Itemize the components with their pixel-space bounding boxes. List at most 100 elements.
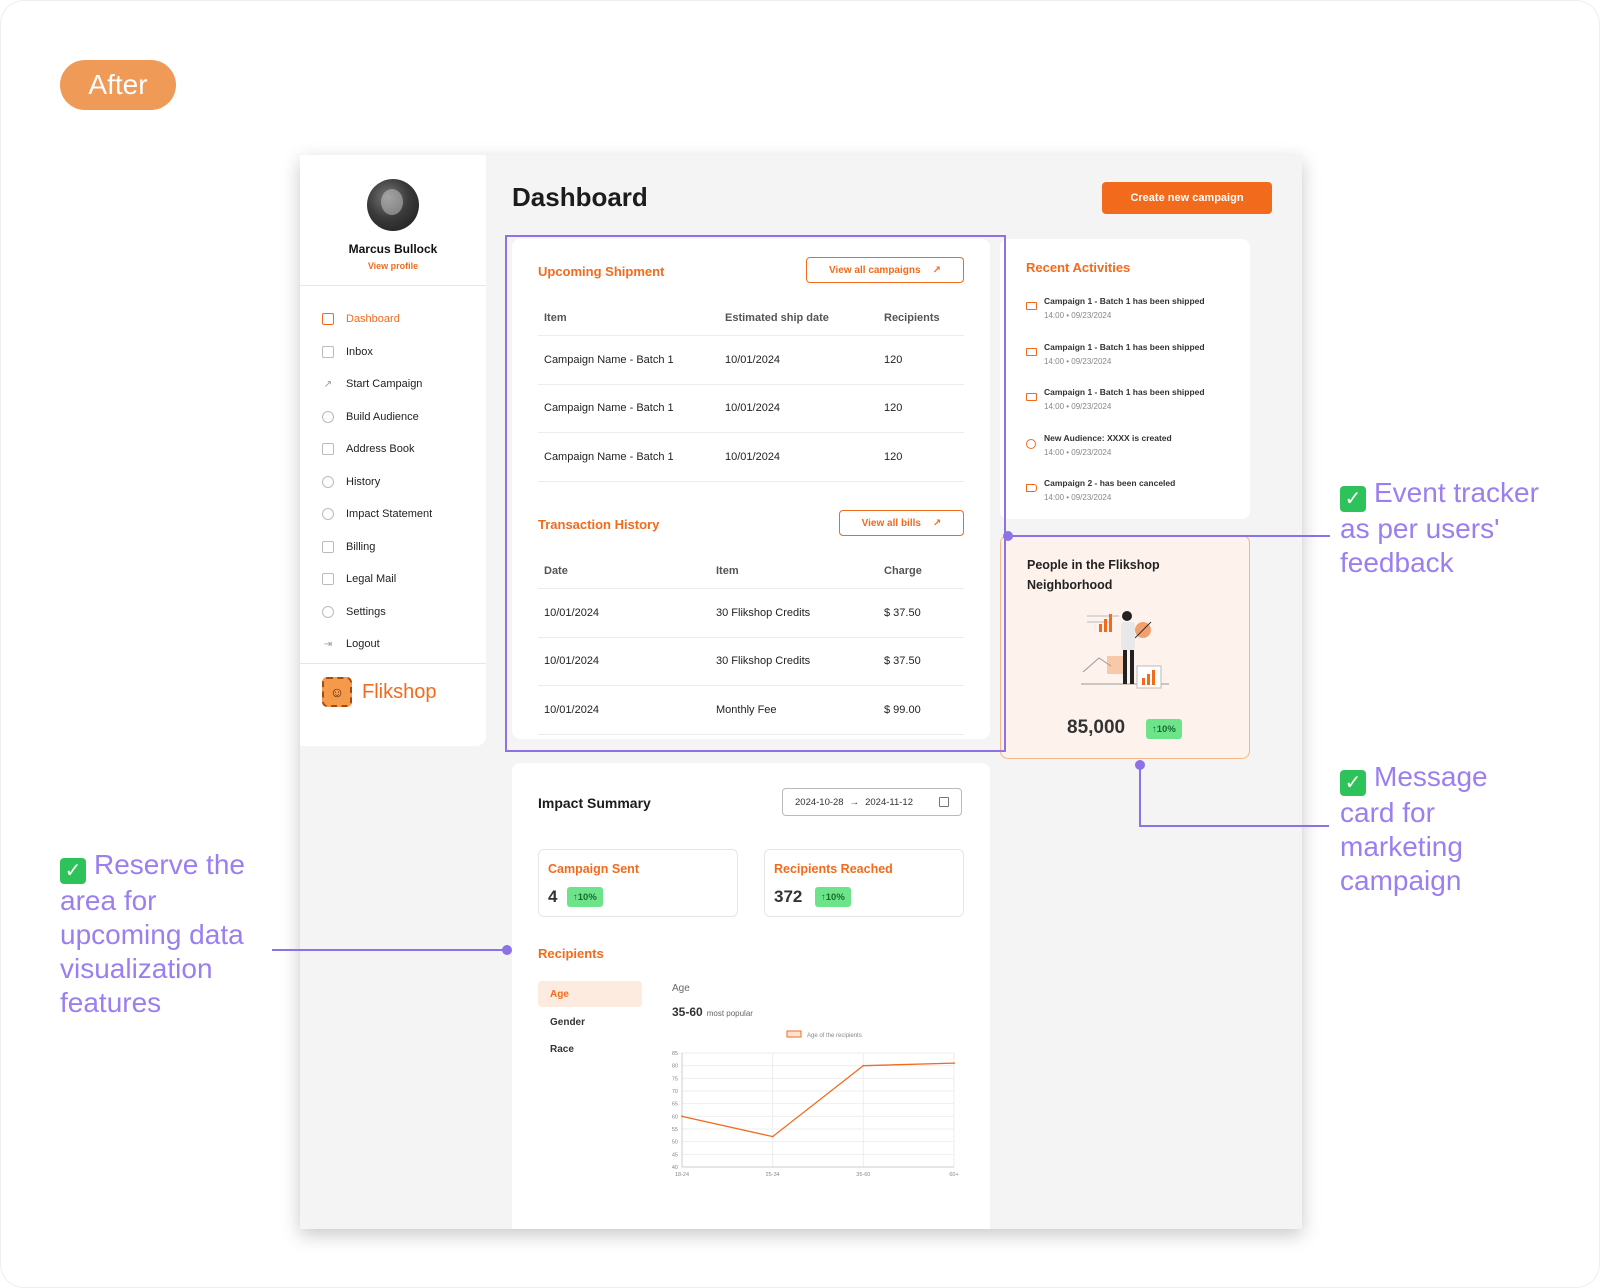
activity-title: Campaign 1 - Batch 1 has been shipped bbox=[1044, 296, 1205, 306]
x-tick-label: 18-24 bbox=[675, 1172, 689, 1178]
pie-icon bbox=[322, 508, 334, 521]
arrow-up-right-icon: ↗ bbox=[323, 378, 333, 390]
data-point bbox=[953, 1062, 955, 1065]
connector-line bbox=[1008, 535, 1330, 537]
sidebar-item-legal-mail[interactable]: Legal Mail bbox=[322, 563, 472, 596]
impact-summary-title: Impact Summary bbox=[538, 795, 651, 811]
sidebar-item-label: Inbox bbox=[346, 345, 373, 358]
activity-title: New Audience: XXXX is created bbox=[1044, 432, 1172, 443]
activity-time: 14:00 • 09/23/2024 bbox=[1044, 447, 1112, 457]
sidebar-item-history[interactable]: History bbox=[322, 466, 472, 499]
x-tick-label: 60+ bbox=[949, 1172, 958, 1178]
impact-summary-card: Impact Summary 2024-10-28 → 2024-11-12 C… bbox=[512, 763, 990, 1229]
sidebar-item-logout[interactable]: ⇥ Logout bbox=[322, 628, 472, 661]
y-tick-label: 65 bbox=[672, 1102, 678, 1108]
checkmark-icon: ✓ bbox=[1340, 486, 1366, 512]
data-point bbox=[862, 1064, 865, 1067]
inbox-icon bbox=[322, 345, 334, 358]
activity-item[interactable]: Campaign 1 - Batch 1 has been shipped 14:… bbox=[1026, 296, 1246, 342]
flikshop-logo-icon: ☺ bbox=[322, 677, 352, 707]
sidebar-item-inbox[interactable]: Inbox bbox=[322, 336, 472, 369]
change-badge: ↑10% bbox=[815, 887, 851, 907]
activity-title: Campaign 1 - Batch 1 has been shipped bbox=[1044, 341, 1205, 352]
after-badge: After bbox=[60, 60, 176, 110]
sidebar-item-label: Logout bbox=[346, 638, 380, 651]
sidebar-item-label: Legal Mail bbox=[346, 573, 397, 586]
megaphone-icon bbox=[1026, 484, 1037, 492]
mail-icon bbox=[1026, 393, 1037, 401]
mail-icon bbox=[322, 573, 334, 586]
sidebar-item-billing[interactable]: Billing bbox=[322, 531, 472, 564]
sidebar-item-settings[interactable]: Settings bbox=[322, 596, 472, 629]
neighborhood-value: 85,000 bbox=[1067, 717, 1126, 738]
connector-line bbox=[1139, 765, 1141, 827]
brand[interactable]: ☺ Flikshop bbox=[322, 677, 436, 707]
tab-gender[interactable]: Gender bbox=[538, 1009, 642, 1035]
users-icon bbox=[1026, 438, 1036, 449]
sidebar-item-label: History bbox=[346, 475, 381, 488]
arrow-right-icon: → bbox=[849, 796, 860, 808]
tab-age[interactable]: Age bbox=[538, 981, 642, 1007]
sidebar-item-label: Dashboard bbox=[346, 313, 400, 326]
sidebar: Marcus Bullock View profile Dashboard In… bbox=[300, 155, 486, 746]
annotation-text: Reserve the area for upcoming data visua… bbox=[60, 849, 245, 1018]
brand-name: Flikshop bbox=[362, 680, 437, 703]
activity-time: 14:00 • 09/23/2024 bbox=[1044, 311, 1112, 320]
activity-list: Campaign 1 - Batch 1 has been shipped 14:… bbox=[1026, 296, 1246, 524]
data-point bbox=[771, 1135, 774, 1138]
activity-title: Campaign 2 - has been canceled bbox=[1044, 478, 1176, 488]
x-tick-label: 35-60 bbox=[856, 1172, 870, 1178]
activity-item[interactable]: New Audience: XXXX is created 14:00 • 09/… bbox=[1026, 433, 1246, 479]
sidebar-item-start-campaign[interactable]: ↗ Start Campaign bbox=[322, 368, 472, 401]
activity-time: 14:00 • 09/23/2024 bbox=[1044, 356, 1112, 366]
sidebar-item-address-book[interactable]: Address Book bbox=[322, 433, 472, 466]
y-tick-label: 40 bbox=[672, 1165, 678, 1171]
sidebar-divider bbox=[300, 285, 486, 286]
y-tick-label: 75 bbox=[672, 1076, 678, 1082]
user-name: Marcus Bullock bbox=[348, 242, 438, 256]
sidebar-nav: Dashboard Inbox ↗ Start Campaign Build Au… bbox=[322, 303, 472, 661]
age-line-chart: Age of the recipients 85 80 75 70 65 60 55 50 45 4… bbox=[672, 1030, 959, 1178]
tab-race[interactable]: Race bbox=[538, 1036, 642, 1062]
legend-label: Age of the recipients bbox=[807, 1033, 862, 1039]
annotation-text: Event tracker as per users' feedback bbox=[1340, 477, 1539, 578]
calendar-icon bbox=[939, 797, 949, 807]
sidebar-item-label: Build Audience bbox=[346, 410, 419, 423]
y-tick-label: 60 bbox=[672, 1114, 678, 1120]
users-icon bbox=[322, 410, 334, 423]
avatar[interactable] bbox=[367, 179, 419, 231]
y-tick-label: 45 bbox=[672, 1152, 678, 1158]
x-tick-label: 25-34 bbox=[766, 1172, 780, 1178]
neighborhood-card[interactable]: People in the Flikshop Neighborhood 85,0… bbox=[1000, 535, 1250, 759]
sidebar-item-impact-statement[interactable]: Impact Statement bbox=[322, 498, 472, 531]
stat-campaign-sent: Campaign Sent 4 ↑10% bbox=[538, 849, 738, 917]
y-tick-label: 70 bbox=[672, 1089, 678, 1095]
mail-icon bbox=[1026, 302, 1037, 310]
y-tick-label: 85 bbox=[672, 1051, 678, 1057]
sidebar-item-label: Settings bbox=[346, 605, 386, 618]
connector-line bbox=[1139, 825, 1329, 827]
change-badge: ↑10% bbox=[1146, 719, 1182, 739]
date-range-picker[interactable]: 2024-10-28 → 2024-11-12 bbox=[782, 788, 962, 816]
stat-label: Recipients Reached bbox=[774, 862, 893, 876]
activity-item[interactable]: Campaign 2 - has been canceled 14:00 • 09… bbox=[1026, 478, 1246, 524]
recipients-title: Recipients bbox=[538, 946, 604, 961]
activity-item[interactable]: Campaign 1 - Batch 1 has been shipped 14:… bbox=[1026, 342, 1246, 388]
logout-icon: ⇥ bbox=[323, 638, 333, 650]
popular-value: 35-60 bbox=[672, 1005, 703, 1019]
sidebar-item-dashboard[interactable]: Dashboard bbox=[322, 303, 472, 336]
change-badge: ↑10% bbox=[567, 887, 603, 907]
activity-item[interactable]: Campaign 1 - Batch 1 has been shipped 14:… bbox=[1026, 387, 1246, 433]
activity-time: 14:00 • 09/23/2024 bbox=[1044, 402, 1112, 411]
stat-recipients-reached: Recipients Reached 372 ↑10% bbox=[764, 849, 964, 917]
dashboard-icon bbox=[322, 313, 334, 326]
stat-label: Campaign Sent bbox=[548, 862, 639, 876]
annotation-message-card: ✓ Message card for marketing campaign bbox=[1340, 760, 1540, 898]
receipt-icon bbox=[322, 540, 334, 553]
view-profile-link[interactable]: View profile bbox=[300, 261, 486, 271]
sidebar-item-build-audience[interactable]: Build Audience bbox=[322, 401, 472, 434]
create-campaign-button[interactable]: Create new campaign bbox=[1102, 182, 1272, 214]
recent-activities-title: Recent Activities bbox=[1026, 260, 1131, 275]
chart-label: Age bbox=[672, 983, 690, 994]
highlight-box bbox=[505, 235, 1006, 752]
